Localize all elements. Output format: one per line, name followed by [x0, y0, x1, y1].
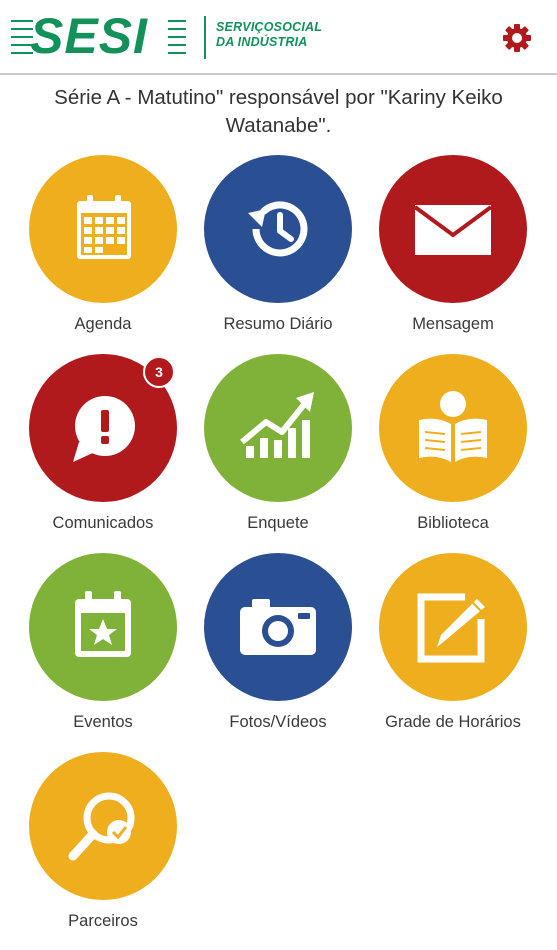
logo-subtitle: SERVIÇOSOCIAL DA INDÚSTRIA [216, 20, 322, 50]
calendar-icon [77, 195, 131, 259]
sesi-logo: SESI [30, 8, 148, 64]
menu-circle [204, 553, 352, 701]
notification-badge: 3 [143, 356, 175, 388]
menu-circle [379, 553, 527, 701]
menu-item-agenda[interactable]: Agenda [15, 155, 191, 345]
menu-item-fotos-videos[interactable]: Fotos/Vídeos [190, 553, 366, 743]
menu-circle [29, 752, 177, 900]
menu-label: Biblioteca [417, 514, 489, 532]
menu-circle [204, 354, 352, 502]
class-description: Série A - Matutino" responsável por "Kar… [0, 84, 557, 140]
menu-label: Comunicados [52, 514, 154, 532]
menu-item-eventos[interactable]: Eventos [15, 553, 191, 743]
menu-circle [379, 155, 527, 303]
envelope-icon [413, 205, 493, 255]
menu-item-mensagem[interactable]: Mensagem [365, 155, 541, 345]
menu-item-enquete[interactable]: Enquete [190, 354, 366, 544]
menu-item-resumo-diario[interactable]: Resumo Diário [190, 155, 366, 345]
app-header: SESI SERVIÇOSOCIAL DA INDÚSTRIA [0, 0, 557, 75]
camera-icon [240, 599, 316, 655]
menu-label: Eventos [73, 713, 133, 731]
menu-label: Mensagem [412, 315, 494, 333]
menu-item-grade-de-horarios[interactable]: Grade de Horários [365, 553, 541, 743]
edit-icon [417, 593, 485, 663]
logo-subtitle-line1: SERVIÇOSOCIAL [216, 20, 323, 34]
menu-item-biblioteca[interactable]: Biblioteca [365, 354, 541, 544]
gear-icon [503, 24, 531, 52]
menu-circle [204, 155, 352, 303]
settings-button[interactable] [501, 22, 533, 54]
growth-chart-icon [240, 392, 314, 458]
reader-icon [419, 391, 487, 462]
alert-bubble-icon [73, 396, 135, 462]
logo-stripes-right [168, 20, 186, 54]
menu-label: Agenda [74, 315, 132, 333]
logo-subtitle-line2: DA INDÚSTRIA [216, 35, 308, 49]
menu-label: Grade de Horários [385, 713, 521, 731]
menu-label: Parceiros [68, 912, 138, 930]
history-icon [248, 201, 308, 257]
menu-item-comunicados[interactable]: 3 Comunicados [15, 354, 191, 544]
description-line1: Série A - Matutino" responsável por "Kar… [54, 86, 503, 109]
menu-label: Fotos/Vídeos [229, 713, 327, 731]
search-check-icon [68, 792, 135, 861]
menu-label: Resumo Diário [223, 315, 333, 333]
menu-item-parceiros[interactable]: Parceiros [15, 752, 191, 942]
logo-divider [204, 16, 206, 59]
menu-label: Enquete [247, 514, 309, 532]
menu-circle [29, 155, 177, 303]
description-line2: Watanabe". [225, 114, 332, 137]
menu-circle [379, 354, 527, 502]
calendar-star-icon [75, 591, 131, 657]
menu-circle [29, 553, 177, 701]
